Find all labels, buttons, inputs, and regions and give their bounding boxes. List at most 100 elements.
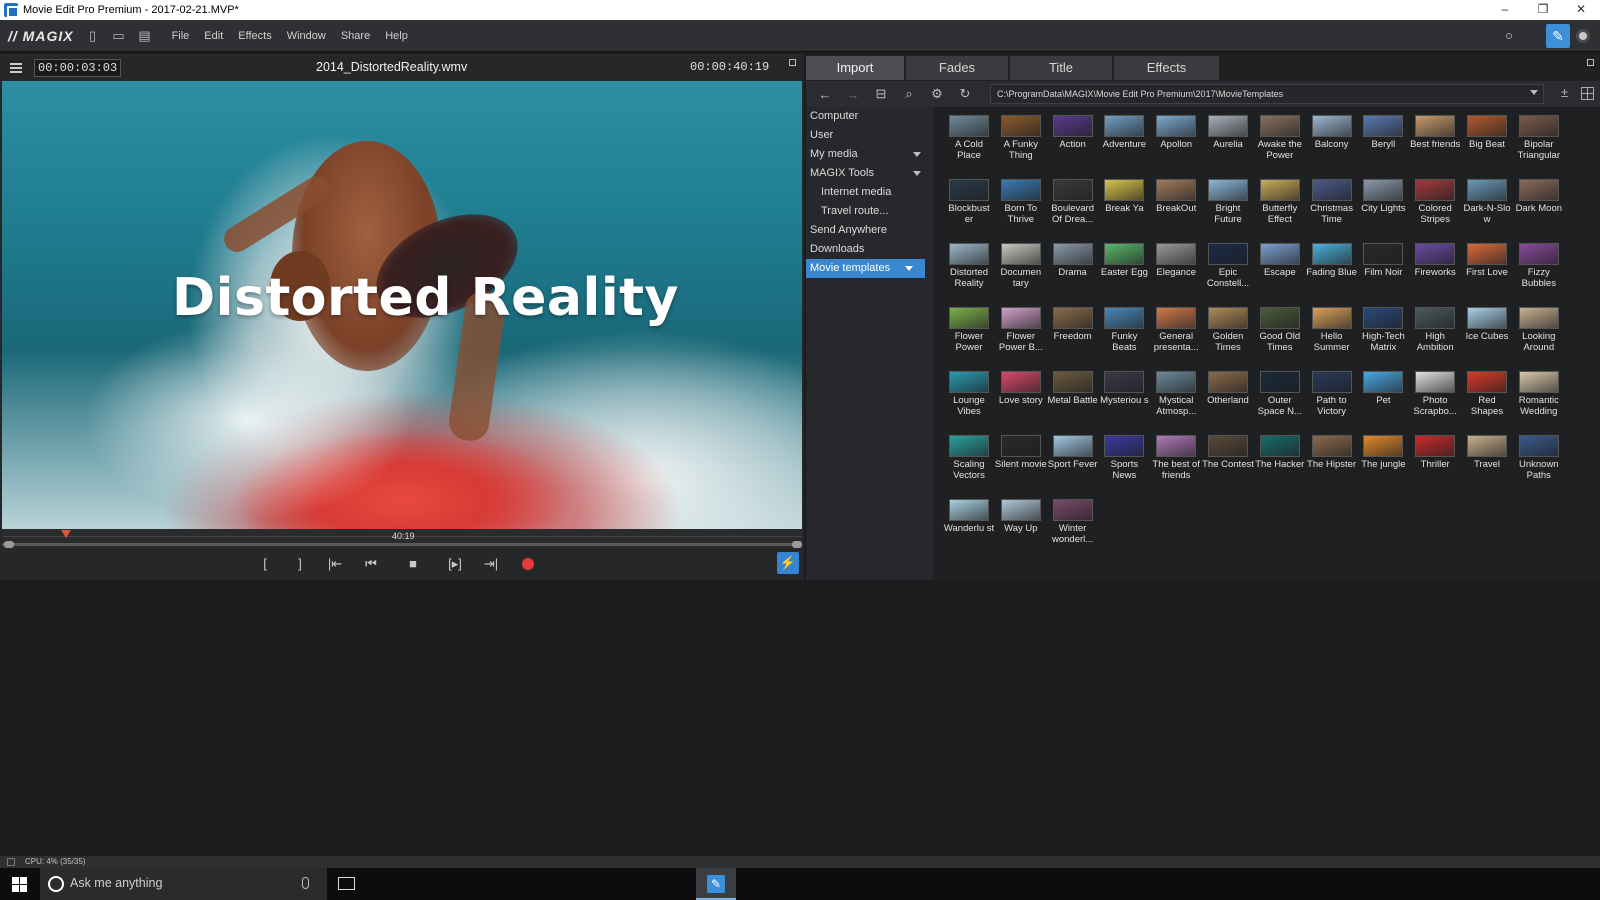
template-tile[interactable]: The jungle [1357, 435, 1409, 499]
template-tile[interactable]: High-Tech Matrix [1357, 307, 1409, 371]
edit-mode-icon[interactable]: ✎ [1546, 24, 1570, 48]
template-tile[interactable]: Red Shapes [1461, 371, 1513, 435]
range-end-handle[interactable] [792, 541, 802, 548]
template-tile[interactable]: Silent movie [995, 435, 1047, 499]
template-tile[interactable]: Wanderlu st [943, 499, 995, 563]
play-range-button[interactable]: [▸] [446, 555, 464, 573]
sidebar-item-send-anywhere[interactable]: Send Anywhere [806, 221, 933, 240]
template-tile[interactable]: Golden Times [1202, 307, 1254, 371]
record-button[interactable] [522, 558, 534, 570]
previous-frame-button[interactable]: ⏮ [362, 555, 380, 573]
settings-gear-icon[interactable]: ⚙ [928, 86, 946, 102]
template-tile[interactable]: Funky Beats [1098, 307, 1150, 371]
template-tile[interactable]: Dark-N-Slo w [1461, 179, 1513, 243]
template-tile[interactable]: Fireworks [1409, 243, 1461, 307]
expand-arrow-icon[interactable] [913, 152, 921, 157]
mark-in-button[interactable]: [ [256, 555, 274, 573]
template-tile[interactable]: Path to Victory [1306, 371, 1358, 435]
expand-arrow-icon[interactable] [913, 171, 921, 176]
video-frame[interactable]: Distorted Reality [2, 81, 802, 529]
template-tile[interactable]: Action [1047, 115, 1099, 179]
template-tile[interactable]: Best friends [1409, 115, 1461, 179]
template-tile[interactable]: Dark Moon [1513, 179, 1565, 243]
template-tile[interactable]: Otherland [1202, 371, 1254, 435]
tab-fades[interactable]: Fades [906, 56, 1008, 80]
template-tile[interactable]: Pet [1357, 371, 1409, 435]
template-tile[interactable]: Distorted Reality [943, 243, 995, 307]
range-start-handle[interactable] [4, 541, 14, 548]
template-tile[interactable]: Elegance [1150, 243, 1202, 307]
template-tile[interactable]: Travel [1461, 435, 1513, 499]
template-tile[interactable]: The best of friends [1150, 435, 1202, 499]
sidebar-item-computer[interactable]: Computer [806, 107, 933, 126]
template-tile[interactable]: Boulevard Of Drea... [1047, 179, 1099, 243]
forward-arrow-icon[interactable]: → [844, 87, 862, 102]
hamburger-menu-icon[interactable] [10, 62, 22, 73]
template-tile[interactable]: Hello Summer [1306, 307, 1358, 371]
quick-action-button[interactable]: ⚡ [777, 552, 799, 574]
template-tile[interactable]: A Cold Place [943, 115, 995, 179]
template-tile[interactable]: The Hacker [1254, 435, 1306, 499]
tab-import[interactable]: Import [806, 56, 904, 80]
sidebar-item-movie-templates[interactable]: Movie templates [806, 259, 925, 278]
stop-button[interactable]: ■ [404, 555, 422, 573]
template-tile[interactable]: Born To Thrive [995, 179, 1047, 243]
template-tile[interactable]: Scaling Vectors [943, 435, 995, 499]
sidebar-item-magix-tools[interactable]: MAGIX Tools [806, 164, 933, 183]
template-tile[interactable]: Looking Around [1513, 307, 1565, 371]
template-tile[interactable]: Sport Fever [1047, 435, 1099, 499]
sidebar-item-my-media[interactable]: My media [806, 145, 933, 164]
template-tile[interactable]: Bipolar Triangular [1513, 115, 1565, 179]
template-tile[interactable]: Mystical Atmosp... [1150, 371, 1202, 435]
template-tile[interactable]: Flower Power B... [995, 307, 1047, 371]
template-tile[interactable]: The Hipster [1306, 435, 1358, 499]
menu-edit[interactable]: Edit [204, 30, 223, 42]
template-tile[interactable]: Outer Space N... [1254, 371, 1306, 435]
search-icon[interactable]: ⌕ [900, 86, 918, 102]
template-tile[interactable]: Thriller [1409, 435, 1461, 499]
template-tile[interactable]: First Love [1461, 243, 1513, 307]
cortana-search-box[interactable]: Ask me anything [40, 868, 327, 900]
expand-arrow-icon[interactable] [905, 266, 913, 271]
template-tile[interactable]: Butterfly Effect [1254, 179, 1306, 243]
template-tile[interactable]: Film Noir [1357, 243, 1409, 307]
template-tile[interactable]: Epic Constell... [1202, 243, 1254, 307]
menu-window[interactable]: Window [287, 30, 326, 42]
grid-view-icon[interactable] [1581, 87, 1594, 100]
template-tile[interactable]: Aurelia [1202, 115, 1254, 179]
template-tile[interactable]: BreakOut [1150, 179, 1202, 243]
template-tile[interactable]: Photo Scrapbo... [1409, 371, 1461, 435]
menu-effects[interactable]: Effects [238, 30, 271, 42]
template-tile[interactable]: Way Up [995, 499, 1047, 563]
template-tile[interactable]: Balcony [1306, 115, 1358, 179]
add-icon[interactable]: ± [1561, 85, 1568, 100]
template-tile[interactable]: High Ambition [1409, 307, 1461, 371]
folder-up-icon[interactable]: ⊟ [872, 86, 890, 102]
template-tile[interactable]: Escape [1254, 243, 1306, 307]
maximize-panel-icon[interactable] [1587, 59, 1594, 66]
template-tile[interactable]: Good Old Times [1254, 307, 1306, 371]
sidebar-item-travel-route[interactable]: Travel route... [806, 202, 933, 221]
template-tile[interactable]: Sports News [1098, 435, 1150, 499]
template-tile[interactable]: Drama [1047, 243, 1099, 307]
scrub-track[interactable] [2, 543, 802, 546]
template-tile[interactable]: Awake the Power [1254, 115, 1306, 179]
template-tile[interactable]: Colored Stripes [1409, 179, 1461, 243]
go-to-start-button[interactable]: |⇤ [326, 555, 344, 573]
template-tile[interactable]: Blockbust er [943, 179, 995, 243]
sidebar-item-internet-media[interactable]: Internet media [806, 183, 933, 202]
tab-effects[interactable]: Effects [1114, 56, 1219, 80]
open-folder-icon[interactable]: ▭ [112, 28, 126, 43]
go-to-end-button[interactable]: ⇥| [482, 555, 500, 573]
maximize-monitor-icon[interactable] [789, 59, 796, 66]
template-tile[interactable]: Christmas Time [1306, 179, 1358, 243]
template-tile[interactable]: Unknown Paths [1513, 435, 1565, 499]
template-tile[interactable]: Adventure [1098, 115, 1150, 179]
template-tile[interactable]: Fading Blue [1306, 243, 1358, 307]
close-button[interactable]: ✕ [1562, 0, 1600, 20]
template-tile[interactable]: Lounge Vibes [943, 371, 995, 435]
record-mode-icon[interactable] [1576, 29, 1590, 43]
playhead-marker[interactable] [61, 530, 71, 538]
template-tile[interactable]: Love story [995, 371, 1047, 435]
template-tile[interactable]: Mysteriou s [1098, 371, 1150, 435]
